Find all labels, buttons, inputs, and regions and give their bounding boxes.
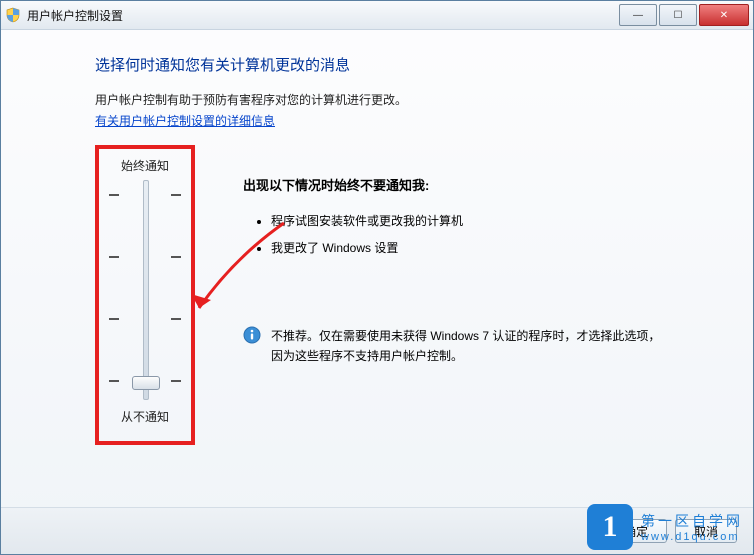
window-buttons: — ☐ ✕ [617, 4, 749, 26]
list-item: 程序试图安装软件或更改我的计算机 [271, 212, 663, 229]
description-panel: 出现以下情况时始终不要通知我: 程序试图安装软件或更改我的计算机 我更改了 Wi… [243, 145, 663, 445]
info-text: 不推荐。仅在需要使用未获得 Windows 7 认证的程序时，才选择此选项，因为… [271, 326, 663, 367]
slider-track[interactable] [109, 180, 181, 400]
slider-thumb[interactable] [132, 376, 160, 390]
info-row: 不推荐。仅在需要使用未获得 Windows 7 认证的程序时，才选择此选项，因为… [243, 326, 663, 367]
list-item: 我更改了 Windows 设置 [271, 239, 663, 256]
titlebar: 用户帐户控制设置 — ☐ ✕ [1, 1, 753, 30]
slider-tick [109, 256, 181, 258]
minimize-button[interactable]: — [619, 4, 657, 26]
watermark-badge: 1 [587, 504, 633, 550]
watermark: 1 第一区自学网 www.d1qu.com [587, 504, 743, 550]
close-button[interactable]: ✕ [699, 4, 749, 26]
notification-slider-box: 始终通知 从不通知 [95, 145, 195, 445]
watermark-line2: www.d1qu.com [641, 531, 743, 543]
bullet-list: 程序试图安装软件或更改我的计算机 我更改了 Windows 设置 [255, 212, 663, 256]
watermark-line1: 第一区自学网 [641, 511, 743, 531]
watermark-text: 第一区自学网 www.d1qu.com [641, 511, 743, 543]
page-heading: 选择何时通知您有关计算机更改的消息 [95, 54, 713, 75]
slider-rail [143, 180, 149, 400]
slider-tick [109, 318, 181, 320]
intro-text: 用户帐户控制有助于预防有害程序对您的计算机进行更改。 [95, 91, 713, 108]
slider-tick [109, 194, 181, 196]
maximize-button[interactable]: ☐ [659, 4, 697, 26]
footer: 确定 取消 1 第一区自学网 www.d1qu.com [1, 507, 753, 554]
content-area: 选择何时通知您有关计算机更改的消息 用户帐户控制有助于预防有害程序对您的计算机进… [1, 30, 753, 507]
slider-bottom-label: 从不通知 [109, 408, 181, 425]
shield-icon [5, 7, 21, 23]
window-title: 用户帐户控制设置 [27, 7, 123, 24]
info-link[interactable]: 有关用户帐户控制设置的详细信息 [95, 114, 275, 128]
main-area: 始终通知 从不通知 出现以下情况时始终不要通知我: 程序试图安装软件或更改我的计… [95, 145, 713, 445]
slider-top-label: 始终通知 [109, 157, 181, 174]
info-icon [243, 326, 261, 344]
uac-settings-window: 用户帐户控制设置 — ☐ ✕ 选择何时通知您有关计算机更改的消息 用户帐户控制有… [0, 0, 754, 555]
panel-heading: 出现以下情况时始终不要通知我: [243, 175, 663, 194]
